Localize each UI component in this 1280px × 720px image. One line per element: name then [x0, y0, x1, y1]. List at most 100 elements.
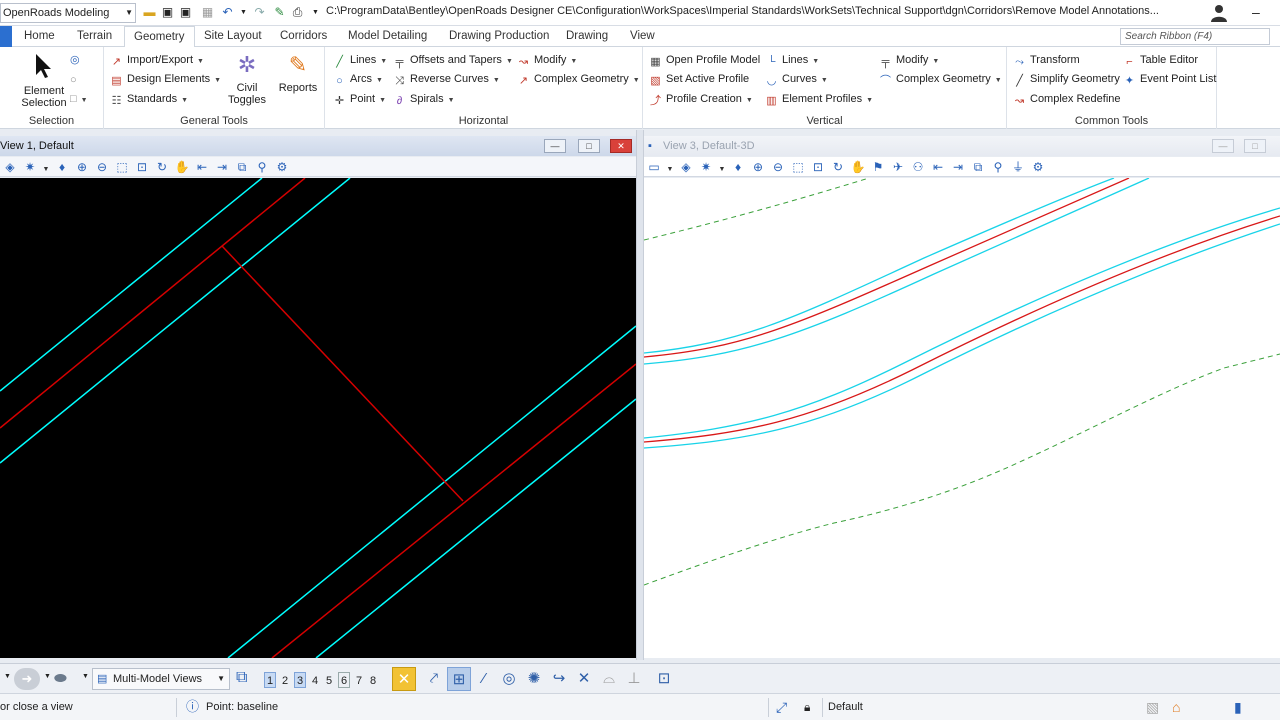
point-button[interactable]: ✛ Point ▼ [333, 91, 386, 107]
profile-creation-button[interactable]: ⤴ Profile Creation ▼ [649, 91, 753, 107]
rotate-view-icon[interactable]: ↻ [154, 159, 170, 175]
view1-titlebar[interactable]: View 1, Default — □ ✕ [0, 136, 636, 156]
qat-customize-icon[interactable]: ▼ [308, 5, 323, 20]
lighting-icon[interactable]: ✷ [698, 159, 714, 175]
tab-terrain[interactable]: Terrain [77, 26, 112, 47]
view-attributes-icon[interactable]: ▭ [646, 159, 662, 175]
snap-nearest-icon[interactable]: ⤤ [422, 667, 446, 691]
vertical-lines-button[interactable]: └ Lines ▼ [765, 52, 820, 68]
chevron-down-icon[interactable]: ▼ [718, 162, 726, 178]
clip-volume-icon[interactable]: ⚲ [990, 159, 1006, 175]
undo-icon[interactable]: ↶ [220, 5, 235, 20]
home-icon[interactable]: ⌂ [1172, 694, 1180, 720]
view1-maximize-button[interactable]: □ [578, 139, 600, 153]
reverse-curves-button[interactable]: ⤨ Reverse Curves ▼ [393, 71, 500, 87]
walk-icon[interactable]: ⚑ [870, 159, 886, 175]
snap-midpoint-icon[interactable]: ⁄ [472, 667, 496, 691]
tab-home[interactable]: Home [24, 26, 55, 47]
attributes-icon[interactable]: ⤢ [776, 694, 787, 720]
chevron-down-icon[interactable]: ▼ [44, 673, 51, 680]
fit-view-icon[interactable]: ⊡ [134, 159, 150, 175]
zoom-in-icon[interactable]: ⊕ [750, 159, 766, 175]
snap-parallel-icon[interactable]: ⊥ [622, 667, 646, 691]
complex-redefine-button[interactable]: ↝ Complex Redefine [1013, 91, 1121, 107]
view-attributes-icon[interactable]: ◈ [2, 159, 18, 175]
snap-toggle-icon[interactable]: ✕ [392, 667, 416, 691]
open-folder-icon[interactable]: ▬ [142, 5, 157, 20]
redo-icon[interactable]: ↷ [252, 5, 267, 20]
view1-canvas[interactable] [0, 177, 637, 659]
table-editor-button[interactable]: ⌐ Table Editor [1123, 52, 1198, 68]
save-icon[interactable]: ▣ [160, 5, 175, 20]
pin-icon[interactable]: ✎ [272, 5, 287, 20]
horizontal-modify-button[interactable]: ↝ Modify ▼ [517, 52, 577, 68]
tool-info-icon[interactable]: ⓘ [186, 694, 199, 720]
element-profiles-button[interactable]: ▥ Element Profiles ▼ [765, 91, 873, 107]
tab-drawing[interactable]: Drawing [566, 26, 608, 47]
zoom-out-icon[interactable]: ⊖ [94, 159, 110, 175]
tab-model-detailing[interactable]: Model Detailing [348, 26, 427, 47]
view-toggle-1[interactable]: 1 [264, 672, 276, 688]
chevron-down-icon[interactable]: ▼ [82, 673, 89, 680]
offsets-tapers-button[interactable]: ╤ Offsets and Tapers ▼ [393, 52, 513, 68]
view3-titlebar[interactable]: ▪ View 3, Default-3D — □ [644, 136, 1280, 156]
chevron-down-icon[interactable]: ▼ [42, 162, 50, 178]
view-group-icon[interactable]: ⬬ [54, 670, 67, 687]
view-toggle-8[interactable]: 8 [367, 672, 379, 688]
user-icon[interactable] [1210, 4, 1228, 22]
save-all-icon[interactable]: ▣ [178, 5, 193, 20]
select-circle-icon[interactable]: ◎ [70, 52, 80, 68]
open-profile-model-button[interactable]: ▦ Open Profile Model [649, 52, 760, 68]
simplify-geometry-button[interactable]: ╱ Simplify Geometry [1013, 71, 1120, 87]
snap-center-icon[interactable]: ◎ [497, 667, 521, 691]
compress-icon[interactable]: ▦ [200, 5, 215, 20]
display-style-icon[interactable]: ✷ [22, 159, 38, 175]
civil-toggles-button[interactable]: Civil Toggles [222, 82, 272, 106]
previous-view-icon[interactable]: ⇤ [930, 159, 946, 175]
minimize-icon[interactable]: – [1252, 4, 1260, 20]
vertical-modify-button[interactable]: ╤ Modify ▼ [879, 52, 940, 68]
snap-tangent-icon[interactable]: ↪ [547, 667, 571, 691]
display-style-icon[interactable]: ◈ [678, 159, 694, 175]
view-toggle-2[interactable]: 2 [279, 672, 291, 688]
next-view-icon[interactable]: ⇥ [214, 159, 230, 175]
chevron-down-icon[interactable]: ▼ [666, 162, 674, 178]
pan-icon[interactable]: ✋ [174, 159, 190, 175]
lock-icon[interactable]: 🔒︎ [804, 694, 810, 720]
spirals-button[interactable]: ∂ Spirals ▼ [393, 91, 455, 107]
copy-view-icon[interactable]: ⧉ [234, 159, 250, 175]
next-arrow-icon[interactable]: ➜ [14, 668, 40, 690]
window-area-icon[interactable]: ⬚ [114, 159, 130, 175]
filter-icon[interactable]: ⏚ [1010, 159, 1026, 175]
search-ribbon-input[interactable]: Search Ribbon (F4) [1120, 28, 1270, 45]
view-toggle-6[interactable]: 6 [338, 672, 350, 688]
next-view-icon[interactable]: ⇥ [950, 159, 966, 175]
previous-view-icon[interactable]: ⇤ [194, 159, 210, 175]
tab-geometry[interactable]: Geometry [124, 26, 195, 48]
view1-close-button[interactable]: ✕ [610, 139, 632, 153]
design-elements-button[interactable]: ▤ Design Elements ▼ [110, 71, 221, 87]
reports-button[interactable]: Reports [276, 82, 320, 94]
view-splitter[interactable] [636, 130, 644, 660]
camera-icon[interactable]: ⚇ [910, 159, 926, 175]
transform-button[interactable]: ⤳ Transform [1013, 52, 1080, 68]
clip-volume-icon[interactable]: ⚲ [254, 159, 270, 175]
undo-dropdown-icon[interactable]: ▼ [236, 5, 251, 20]
view-toggle-4[interactable]: 4 [309, 672, 321, 688]
view-settings-icon[interactable]: ⚙ [1030, 159, 1046, 175]
view3-maximize-button[interactable]: □ [1244, 139, 1266, 153]
view-group-selector[interactable]: ▤ Multi-Model Views ▼ [92, 668, 230, 690]
view1-minimize-button[interactable]: — [544, 139, 566, 153]
view3-canvas[interactable] [643, 177, 1280, 658]
view-toggle-5[interactable]: 5 [323, 672, 335, 688]
window-area-icon[interactable]: ⬚ [790, 159, 806, 175]
zoom-in-icon[interactable]: ⊕ [74, 159, 90, 175]
snap-origin-icon[interactable]: ✺ [522, 667, 546, 691]
view-toggle-3[interactable]: 3 [294, 672, 306, 688]
workflow-selector[interactable]: OpenRoads Modeling ▼ [0, 3, 136, 23]
select-box-icon[interactable]: □ ▼ [70, 91, 88, 107]
horizontal-lines-button[interactable]: ╱ Lines ▼ [333, 52, 387, 68]
rotate-view-icon[interactable]: ↻ [830, 159, 846, 175]
brush-icon[interactable]: ♦ [730, 159, 746, 175]
fit-view-icon[interactable]: ⊡ [810, 159, 826, 175]
